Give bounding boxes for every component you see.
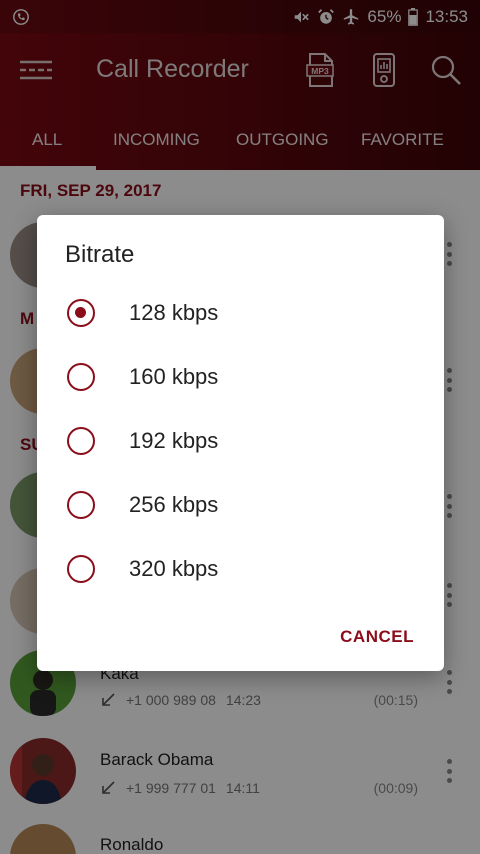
dialog-title: Bitrate bbox=[65, 241, 135, 268]
radio-button[interactable] bbox=[67, 491, 95, 519]
bitrate-option-160[interactable]: 160 kbps bbox=[37, 349, 444, 405]
option-label: 320 kbps bbox=[129, 556, 219, 581]
radio-button-checked[interactable] bbox=[67, 299, 95, 327]
radio-button[interactable] bbox=[67, 363, 95, 391]
bitrate-option-256[interactable]: 256 kbps bbox=[37, 477, 444, 533]
option-label: 160 kbps bbox=[129, 364, 219, 389]
radio-button[interactable] bbox=[67, 427, 95, 455]
option-label: 256 kbps bbox=[129, 492, 219, 517]
bitrate-option-128[interactable]: 128 kbps bbox=[37, 285, 444, 341]
option-label: 192 kbps bbox=[129, 428, 219, 453]
bitrate-option-192[interactable]: 192 kbps bbox=[37, 413, 444, 469]
bitrate-dialog: Bitrate 128 kbps 160 kbps 192 kbps 256 k… bbox=[37, 215, 444, 671]
cancel-button[interactable]: CANCEL bbox=[340, 627, 414, 647]
radio-button[interactable] bbox=[67, 555, 95, 583]
option-label: 128 kbps bbox=[129, 300, 219, 325]
bitrate-option-320[interactable]: 320 kbps bbox=[37, 541, 444, 597]
